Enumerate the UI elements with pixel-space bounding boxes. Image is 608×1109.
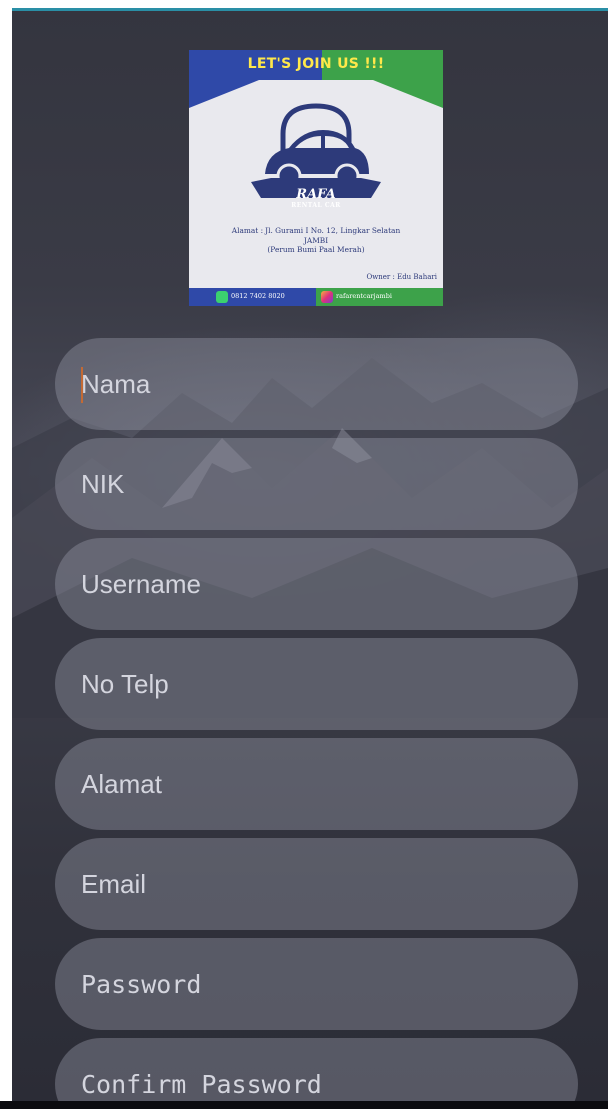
nik-field[interactable] xyxy=(55,438,578,530)
nama-input[interactable] xyxy=(55,338,578,430)
status-accent-bar xyxy=(12,8,608,11)
logo-address: Alamat : Jl. Gurami I No. 12, Lingkar Sel… xyxy=(231,226,401,254)
rafa-rental-car-logo: LET'S JOIN US !!! RAFA RENTAL CAR Alamat… xyxy=(189,50,443,306)
nama-field[interactable] xyxy=(55,338,578,430)
logo-owner: Owner : Edu Bahari xyxy=(366,273,437,281)
logo-brand-name: RAFA xyxy=(296,187,336,202)
confirm-password-input[interactable] xyxy=(55,1038,578,1101)
username-input[interactable] xyxy=(55,538,578,630)
text-cursor xyxy=(81,367,83,403)
no-telp-input[interactable] xyxy=(55,638,578,730)
password-input[interactable] xyxy=(55,938,578,1030)
instagram-icon xyxy=(321,291,333,303)
username-field[interactable] xyxy=(55,538,578,630)
no-telp-field[interactable] xyxy=(55,638,578,730)
whatsapp-icon xyxy=(216,291,228,303)
logo-brand-subtitle: RENTAL CAR xyxy=(291,202,341,209)
logo-footer: 0812 7402 8020 rafarentcarjambi xyxy=(189,288,443,306)
screen: LET'S JOIN US !!! RAFA RENTAL CAR Alamat… xyxy=(0,0,608,1109)
bottom-edge xyxy=(0,1101,608,1109)
left-edge xyxy=(0,0,12,1109)
logo-banner-text: LET'S JOIN US !!! xyxy=(247,56,385,72)
email-input[interactable] xyxy=(55,838,578,930)
register-screen: LET'S JOIN US !!! RAFA RENTAL CAR Alamat… xyxy=(12,8,608,1101)
email-field[interactable] xyxy=(55,838,578,930)
logo-instagram: rafarentcarjambi xyxy=(336,292,392,300)
alamat-field[interactable] xyxy=(55,738,578,830)
logo-phone: 0812 7402 8020 xyxy=(231,292,285,300)
password-field[interactable] xyxy=(55,938,578,1030)
confirm-password-field[interactable] xyxy=(55,1038,578,1101)
alamat-input[interactable] xyxy=(55,738,578,830)
nik-input[interactable] xyxy=(55,438,578,530)
